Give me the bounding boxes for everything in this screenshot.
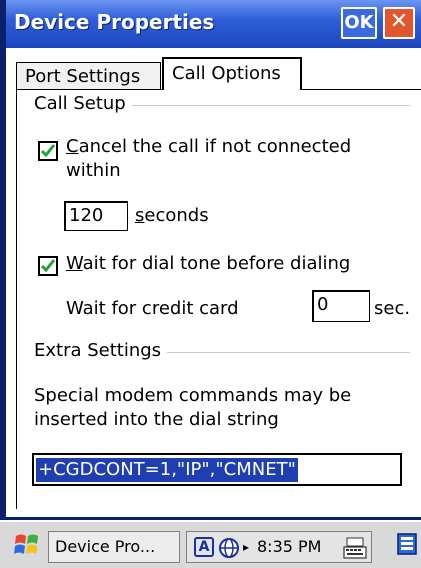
check-icon (41, 259, 55, 273)
input-mode-icon[interactable]: A (194, 537, 214, 557)
desktop-icon[interactable] (397, 532, 419, 558)
keyboard-icon[interactable] (343, 536, 367, 560)
cancel-call-text: ancel the call if not connected (78, 136, 352, 157)
extra-settings-group-label: Extra Settings (34, 340, 168, 361)
cancel-call-label-line2: within (66, 160, 121, 181)
wait-dial-tone-checkbox[interactable] (38, 256, 58, 276)
tray-arrow-icon[interactable]: ▸ (243, 537, 249, 557)
seconds-label: seconds (135, 205, 209, 226)
modem-commands-input[interactable]: +CGDCONT=1,"IP","CMNET" (32, 453, 402, 486)
tab-port-settings[interactable]: Port Settings (16, 62, 161, 90)
title-bar-edge (0, 0, 6, 48)
modem-commands-selected-text: +CGDCONT=1,"IP","CMNET" (36, 458, 298, 482)
extra-settings-description-line2: inserted into the dial string (34, 409, 279, 430)
credit-card-label: Wait for credit card (66, 298, 239, 319)
cancel-call-label[interactable]: Cancel the call if not connected (66, 136, 351, 157)
ok-button[interactable]: OK (341, 7, 377, 39)
window-title: Device Properties (14, 10, 215, 34)
call-setup-group-label: Call Setup (34, 93, 132, 114)
seconds-text: econds (144, 205, 209, 226)
wait-dial-tone-label[interactable]: Wait for dial tone before dialing (66, 253, 350, 274)
credit-card-unit-label: sec. (374, 298, 411, 319)
check-icon (41, 144, 55, 158)
credit-card-seconds-input[interactable]: 0 (312, 290, 370, 322)
taskbar-device-properties-button[interactable]: Device Pro... (48, 531, 180, 563)
system-tray: A ▸ 8:35 PM (186, 531, 372, 563)
seconds-accel: s (135, 205, 145, 226)
cancel-call-checkbox[interactable] (38, 141, 58, 161)
tab-call-options[interactable]: Call Options (162, 57, 302, 93)
wait-dial-tone-text: ait for dial tone before dialing (82, 253, 351, 274)
extra-settings-description-line1: Special modem commands may be (34, 385, 352, 406)
globe-icon[interactable] (218, 537, 240, 559)
title-bar: Device Properties OK ✕ (0, 0, 421, 48)
taskbar: Device Pro... A ▸ 8:35 PM (0, 520, 421, 568)
wait-dial-tone-accel: W (66, 253, 83, 274)
clock[interactable]: 8:35 PM (257, 532, 321, 562)
windows-flag-icon[interactable] (14, 532, 40, 558)
close-button[interactable]: ✕ (383, 7, 415, 39)
cancel-call-accel: C (66, 136, 79, 157)
timeout-seconds-input[interactable]: 120 (64, 201, 128, 231)
